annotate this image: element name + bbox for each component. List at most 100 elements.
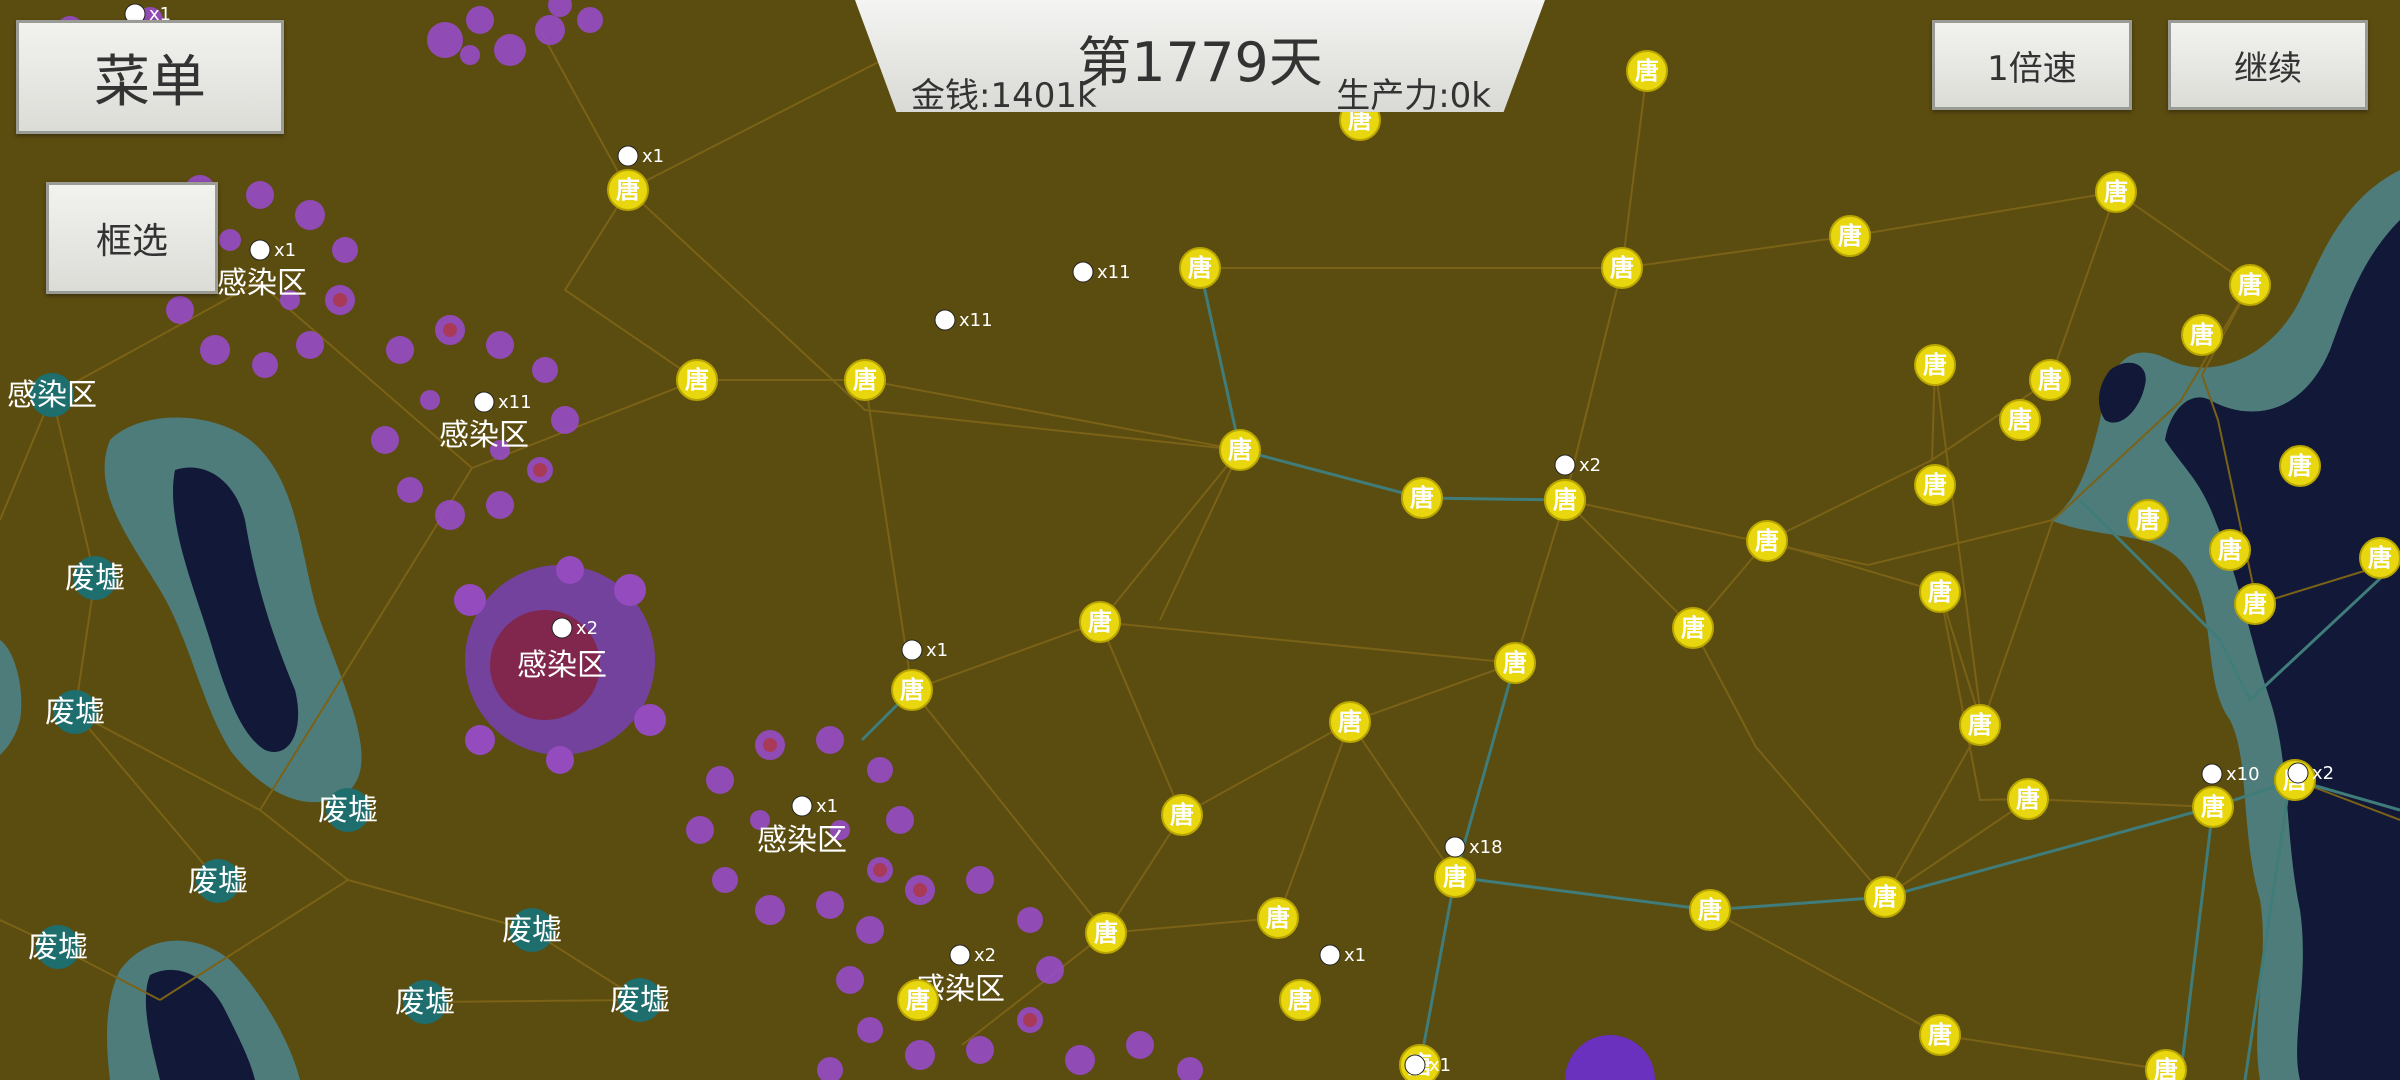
city-node[interactable]: 唐 xyxy=(607,169,649,211)
city-node[interactable]: 唐 xyxy=(1914,464,1956,506)
ruins-node-label: 废墟 xyxy=(65,561,125,596)
army-count-label: x1 xyxy=(816,796,838,817)
city-node[interactable]: 唐 xyxy=(2192,786,2234,828)
army-unit[interactable]: x11 xyxy=(473,391,532,413)
city-node[interactable]: 唐 xyxy=(1434,856,1476,898)
city-label: 唐 xyxy=(2104,178,2128,206)
city-node[interactable]: 唐 xyxy=(1179,247,1221,289)
city-node[interactable]: 唐 xyxy=(2234,583,2276,625)
city-node[interactable]: 唐 xyxy=(1079,601,1121,643)
city-node[interactable]: 唐 xyxy=(1672,607,1714,649)
army-unit[interactable]: x2 xyxy=(551,617,598,639)
army-unit[interactable]: x1 xyxy=(617,145,664,167)
city-node[interactable]: 唐 xyxy=(1689,889,1731,931)
city-node[interactable]: 唐 xyxy=(844,359,886,401)
continue-button[interactable]: 继续 xyxy=(2168,20,2368,110)
status-panel: 第1779天 金钱:1401k 生产力:0k xyxy=(855,0,1545,112)
city-node[interactable]: 唐 xyxy=(2209,529,2251,571)
city-node[interactable]: 唐 xyxy=(1219,429,1261,471)
city-node[interactable]: 唐 xyxy=(1829,215,1871,257)
ruins-node[interactable]: 废墟 xyxy=(65,556,125,600)
city-node[interactable]: 唐 xyxy=(2229,264,2271,306)
army-count-label: x1 xyxy=(1344,945,1366,966)
city-label: 唐 xyxy=(2016,785,2040,813)
army-unit[interactable]: x10 xyxy=(2201,763,2260,785)
army-unit[interactable]: x1 xyxy=(1319,944,1366,966)
ruins-node[interactable]: 感染区 xyxy=(7,373,97,417)
city-label: 唐 xyxy=(1288,986,1312,1014)
city-node[interactable]: 唐 xyxy=(1257,897,1299,939)
army-flag-icon xyxy=(249,239,271,261)
city-label: 唐 xyxy=(1088,608,1112,636)
city-node[interactable]: 唐 xyxy=(1746,520,1788,562)
city-node[interactable]: 唐 xyxy=(2095,171,2137,213)
city-label: 唐 xyxy=(616,176,640,204)
city-node[interactable]: 唐 xyxy=(1279,979,1321,1021)
ruins-node[interactable]: 废墟 xyxy=(610,978,670,1022)
city-label: 唐 xyxy=(853,366,877,394)
ruins-node[interactable]: 废墟 xyxy=(45,690,105,734)
box-select-button[interactable]: 框选 xyxy=(46,182,218,294)
army-unit[interactable]: x11 xyxy=(1072,261,1131,283)
city-node[interactable]: 唐 xyxy=(1914,344,1956,386)
city-node[interactable]: 唐 xyxy=(1085,912,1127,954)
army-unit[interactable]: x18 xyxy=(1444,836,1503,858)
city-node[interactable]: 唐 xyxy=(1544,479,1586,521)
army-unit[interactable]: x1 xyxy=(901,639,948,661)
ruins-node[interactable]: 废墟 xyxy=(28,925,88,969)
city-label: 唐 xyxy=(2243,590,2267,618)
speed-button[interactable]: 1倍速 xyxy=(1932,20,2132,110)
city-node[interactable]: 唐 xyxy=(891,669,933,711)
army-unit[interactable]: x2 xyxy=(949,944,996,966)
army-flag-icon xyxy=(2287,762,2309,784)
city-node[interactable]: 唐 xyxy=(897,979,939,1021)
city-node[interactable]: 唐 xyxy=(1864,876,1906,918)
city-node[interactable]: 唐 xyxy=(1494,642,1536,684)
army-count-label: x2 xyxy=(1579,455,1601,476)
army-flag-icon xyxy=(1444,836,1466,858)
road-network xyxy=(0,0,2400,1071)
menu-button[interactable]: 菜单 xyxy=(16,20,284,134)
army-flag-icon xyxy=(949,944,971,966)
city-node[interactable]: 唐 xyxy=(1919,1014,1961,1056)
infected-zone-label: 感染区 xyxy=(217,266,307,301)
city-node[interactable]: 唐 xyxy=(2029,359,2071,401)
army-unit[interactable]: x2 xyxy=(1554,454,1601,476)
city-node[interactable]: 唐 xyxy=(2279,445,2321,487)
map-canvas[interactable]: 感染区 废墟 废墟 废墟 废墟 废墟 废墟 废墟 废墟 感染区 感染区 感染区 … xyxy=(0,0,2400,1080)
water-layer xyxy=(0,170,2400,1080)
army-unit[interactable]: x1 xyxy=(1404,1054,1451,1076)
city-node[interactable]: 唐 xyxy=(2007,778,2049,820)
city-node[interactable]: 唐 xyxy=(1626,50,1668,92)
city-node[interactable]: 唐 xyxy=(1401,477,1443,519)
city-node[interactable]: 唐 xyxy=(1919,571,1961,613)
city-label: 唐 xyxy=(1170,801,1194,829)
army-unit[interactable]: x1 xyxy=(249,239,296,261)
army-flag-icon xyxy=(617,145,639,167)
city-node[interactable]: 唐 xyxy=(676,359,718,401)
ruins-node[interactable]: 废墟 xyxy=(188,859,248,903)
city-node[interactable]: 唐 xyxy=(2145,1049,2187,1080)
ruins-node[interactable]: 废墟 xyxy=(502,908,562,952)
city-node[interactable]: 唐 xyxy=(2359,537,2400,579)
ruins-node-label: 废墟 xyxy=(610,983,670,1018)
army-unit[interactable]: x2 xyxy=(2287,762,2334,784)
ruins-node[interactable]: 废墟 xyxy=(395,980,455,1024)
city-label: 唐 xyxy=(1410,484,1434,512)
army-unit[interactable]: x11 xyxy=(934,309,993,331)
city-node[interactable]: 唐 xyxy=(1601,247,1643,289)
ruins-node[interactable]: 废墟 xyxy=(318,788,378,832)
city-node[interactable]: 唐 xyxy=(2127,499,2169,541)
army-count-label: x11 xyxy=(1097,262,1131,283)
army-unit[interactable]: x1 xyxy=(791,795,838,817)
city-node[interactable]: 唐 xyxy=(1329,701,1371,743)
city-node[interactable]: 唐 xyxy=(1161,794,1203,836)
city-label: 唐 xyxy=(2008,406,2032,434)
city-label: 唐 xyxy=(1923,471,1947,499)
city-node[interactable]: 唐 xyxy=(2181,314,2223,356)
city-label: 唐 xyxy=(1698,896,1722,924)
army-flag-icon xyxy=(901,639,923,661)
city-node[interactable]: 唐 xyxy=(1959,704,2001,746)
city-node[interactable]: 唐 xyxy=(1999,399,2041,441)
game-map[interactable]: 感染区 废墟 废墟 废墟 废墟 废墟 废墟 废墟 废墟 感染区 感染区 感染区 … xyxy=(0,0,2400,1080)
